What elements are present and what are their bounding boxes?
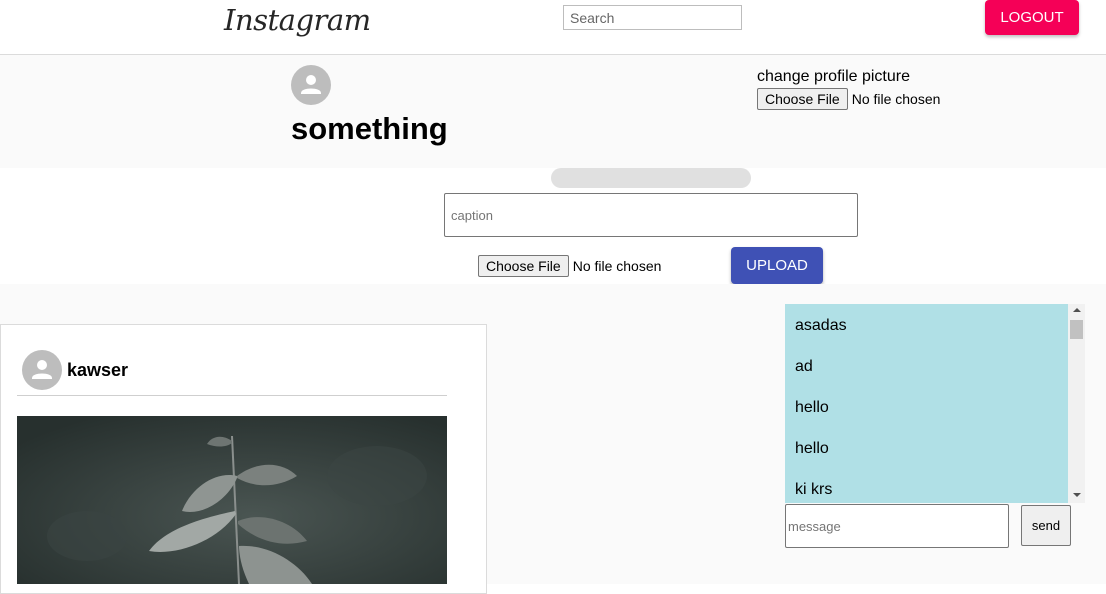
upload-choose-file-button[interactable]: Choose File xyxy=(478,255,569,277)
profile-avatar xyxy=(291,65,331,105)
post-divider xyxy=(17,395,447,396)
upload-file-picker: Choose File No file chosen xyxy=(478,255,661,277)
header: Instagram LOGOUT xyxy=(0,0,1106,55)
person-icon xyxy=(32,360,52,379)
upload-button[interactable]: UPLOAD xyxy=(731,247,823,284)
post-image xyxy=(17,416,447,584)
instagram-logo[interactable]: Instagram xyxy=(224,0,371,40)
profile-header: something change profile picture Choose … xyxy=(0,55,1106,168)
profile-name: something xyxy=(291,111,448,146)
send-button[interactable]: send xyxy=(1021,505,1071,546)
chat-messages: asadas ad hello hello ki krs xyxy=(785,304,1068,503)
person-icon xyxy=(301,75,321,94)
profile-file-status: No file chosen xyxy=(851,91,941,107)
scroll-down-arrow-icon[interactable] xyxy=(1073,493,1081,497)
chat-message: hello xyxy=(795,440,829,457)
change-profile-picture-label: change profile picture xyxy=(757,68,910,85)
scroll-thumb[interactable] xyxy=(1070,320,1083,339)
upload-file-status: No file chosen xyxy=(572,258,662,274)
chat-message: asadas xyxy=(795,317,847,334)
upload-progress-bar xyxy=(551,168,751,188)
chat-box[interactable]: asadas ad hello hello ki krs xyxy=(785,304,1085,503)
caption-input[interactable] xyxy=(444,193,858,237)
leaves-photo xyxy=(17,416,447,584)
profile-choose-file-button[interactable]: Choose File xyxy=(757,88,848,110)
message-input[interactable] xyxy=(785,504,1009,548)
chat-message: hello xyxy=(795,399,829,416)
scroll-up-arrow-icon[interactable] xyxy=(1073,308,1081,312)
chat-message: ki krs xyxy=(795,481,833,498)
post-avatar xyxy=(22,350,62,390)
chat-message: ad xyxy=(795,358,813,375)
post-username[interactable]: kawser xyxy=(67,360,128,381)
chat-scrollbar[interactable] xyxy=(1068,304,1085,503)
profile-file-picker: Choose File No file chosen xyxy=(757,88,940,110)
search-input[interactable] xyxy=(563,5,742,30)
logout-button[interactable]: LOGOUT xyxy=(985,0,1079,35)
